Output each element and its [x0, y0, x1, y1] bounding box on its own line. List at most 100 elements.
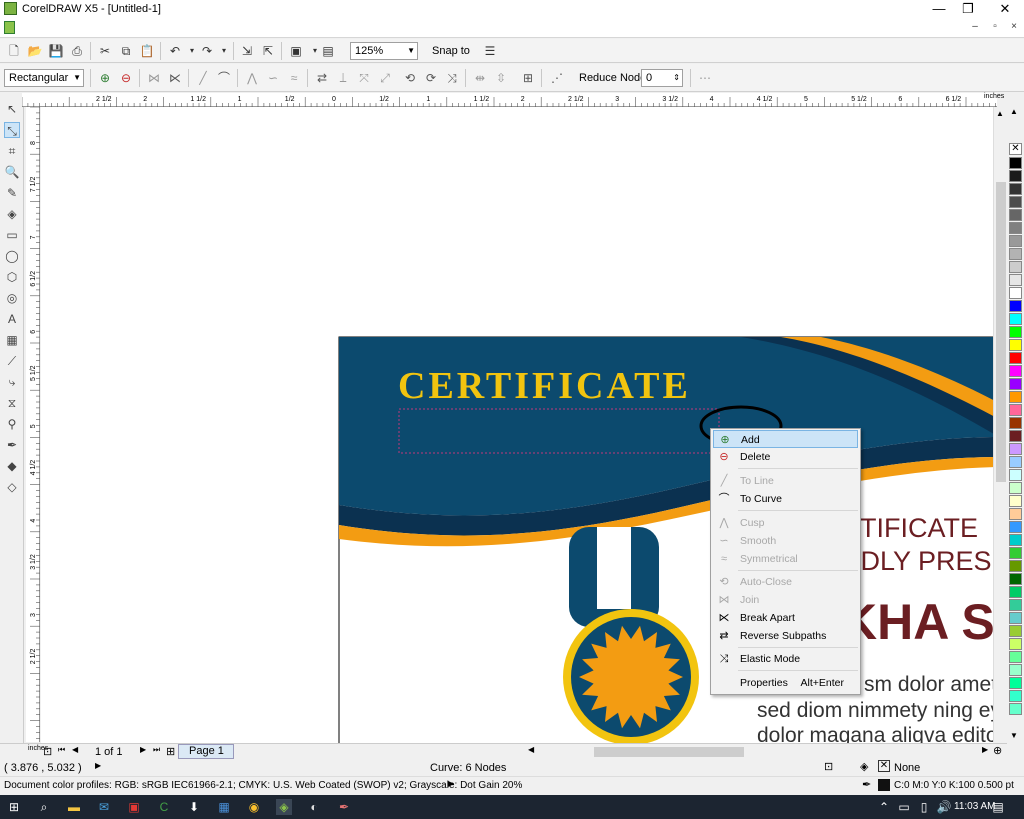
- symmetrical-node-icon[interactable]: ≈: [286, 70, 302, 86]
- menu-item-to-line[interactable]: ╱ To Line: [713, 472, 858, 490]
- document-icon[interactable]: [4, 21, 15, 34]
- color-swatch[interactable]: [1009, 495, 1022, 507]
- doc-close-button[interactable]: ×: [1007, 20, 1021, 34]
- table-tool-icon[interactable]: ▦: [4, 332, 20, 348]
- color-swatch[interactable]: [1009, 456, 1022, 468]
- color-swatch[interactable]: [1009, 339, 1022, 351]
- horizontal-ruler[interactable]: 2 1/2 2 1 1/2 1 1/2 0 1/2 1 1 1/2 2 2 1/2 3 3 1/2 4 4 …: [21, 93, 1004, 107]
- app-blue-icon[interactable]: ▦: [216, 799, 232, 815]
- paste-icon[interactable]: 📋: [139, 43, 155, 59]
- tray-chevron-up-icon[interactable]: ⌃: [876, 799, 892, 815]
- selection-mode-combo[interactable]: Rectangular ▼: [4, 69, 84, 87]
- windows-start-icon[interactable]: ⊞: [6, 799, 22, 815]
- color-swatch[interactable]: [1009, 443, 1022, 455]
- menu-item-cusp[interactable]: ⋀ Cusp: [713, 514, 858, 532]
- stretch-nodes-icon[interactable]: ⤢: [377, 70, 393, 86]
- reflect-horizontal-icon[interactable]: ⇹: [472, 70, 488, 86]
- color-swatch[interactable]: [1009, 703, 1022, 715]
- smart-fill-tool-icon[interactable]: ◈: [4, 206, 20, 222]
- options-icon[interactable]: ☰: [482, 43, 498, 59]
- color-swatch[interactable]: [1009, 651, 1022, 663]
- ellipse-tool-icon[interactable]: ◯: [4, 248, 20, 264]
- extract-subpath-icon[interactable]: ⤧: [356, 70, 372, 86]
- color-swatch[interactable]: [1009, 313, 1022, 325]
- status-expand-icon[interactable]: ▶: [95, 761, 101, 770]
- color-swatch[interactable]: [1009, 508, 1022, 520]
- app-pen-icon[interactable]: ✒: [336, 799, 352, 815]
- pick-tool-icon[interactable]: ↖: [4, 101, 20, 117]
- menu-item-properties[interactable]: Properties Alt+Enter: [713, 674, 858, 692]
- next-page-icon[interactable]: ▶: [140, 745, 146, 754]
- convert-to-curve-icon[interactable]: ⌒: [216, 70, 232, 86]
- no-fill-swatch[interactable]: ✕: [878, 760, 890, 772]
- color-swatch[interactable]: [1009, 599, 1022, 611]
- menu-item-break-apart[interactable]: ⋉ Break Apart: [713, 609, 858, 627]
- align-nodes-icon[interactable]: ⟳: [423, 70, 439, 86]
- close-button[interactable]: ✕: [990, 0, 1020, 18]
- menu-item-delete[interactable]: ⊖ Delete: [713, 448, 858, 466]
- color-swatch[interactable]: [1009, 430, 1022, 442]
- shape-tool-icon[interactable]: ⤡: [4, 122, 20, 138]
- scroll-left-icon[interactable]: ◀: [528, 745, 534, 754]
- join-nodes-icon[interactable]: ⋈: [146, 70, 162, 86]
- search-icon[interactable]: ⌕: [36, 799, 52, 815]
- freehand-tool-icon[interactable]: ✎: [4, 185, 20, 201]
- color-swatch[interactable]: [1009, 183, 1022, 195]
- notification-icon[interactable]: ▤: [990, 799, 1006, 815]
- palette-arrow-up-icon[interactable]: ▲: [1010, 107, 1018, 116]
- print-icon[interactable]: ⎙: [69, 43, 85, 59]
- color-swatch[interactable]: [1009, 690, 1022, 702]
- cusp-node-icon[interactable]: ⋀: [244, 70, 260, 86]
- curve-smoothness-icon[interactable]: ⋯: [697, 70, 713, 86]
- app-red-icon[interactable]: ▣: [126, 799, 142, 815]
- last-page-icon[interactable]: ⏭: [153, 745, 160, 755]
- color-swatch[interactable]: [1009, 521, 1022, 533]
- color-swatch[interactable]: [1009, 391, 1022, 403]
- add-nodes-icon[interactable]: ⊕: [97, 70, 113, 86]
- basic-shapes-tool-icon[interactable]: ◎: [4, 290, 20, 306]
- menu-item-to-curve[interactable]: ⌒ To Curve: [713, 490, 858, 508]
- coreldraw-taskbar-icon[interactable]: ◈: [276, 799, 292, 815]
- menu-item-smooth[interactable]: ∽ Smooth: [713, 532, 858, 550]
- scroll-up-icon[interactable]: ▲: [996, 109, 1004, 118]
- color-swatch[interactable]: [1009, 469, 1022, 481]
- color-swatch[interactable]: [1009, 612, 1022, 624]
- convert-to-line-icon[interactable]: ╱: [195, 70, 211, 86]
- file-explorer-icon[interactable]: ▬: [66, 799, 82, 815]
- undo-icon[interactable]: ↶: [167, 43, 183, 59]
- color-swatch[interactable]: [1009, 586, 1022, 598]
- color-swatch[interactable]: [1009, 287, 1022, 299]
- zoom-tool-icon[interactable]: 🔍: [4, 164, 20, 180]
- undo-dropdown-icon[interactable]: ▾: [184, 43, 200, 59]
- color-swatch[interactable]: [1009, 482, 1022, 494]
- connector-tool-icon[interactable]: ⤷: [4, 374, 20, 390]
- menu-item-auto-close[interactable]: ⟲ Auto-Close: [713, 573, 858, 591]
- doc-options-icon[interactable]: ⊡: [43, 745, 52, 758]
- menu-item-elastic-mode[interactable]: ⤨ Elastic Mode: [713, 650, 858, 668]
- minimize-button[interactable]: —: [924, 0, 954, 18]
- color-swatch[interactable]: [1009, 274, 1022, 286]
- tray-network-icon[interactable]: ▭: [896, 799, 912, 815]
- color-swatch[interactable]: [1009, 677, 1022, 689]
- fill-tool-icon[interactable]: ◆: [4, 458, 20, 474]
- no-color-swatch[interactable]: ✕: [1009, 143, 1022, 155]
- color-swatch[interactable]: [1009, 404, 1022, 416]
- rectangle-tool-icon[interactable]: ▭: [4, 227, 20, 243]
- interactive-fill-tool-icon[interactable]: ◇: [4, 479, 20, 495]
- color-swatch[interactable]: [1009, 417, 1022, 429]
- color-swatch[interactable]: [1009, 365, 1022, 377]
- color-swatch[interactable]: [1009, 326, 1022, 338]
- vertical-ruler[interactable]: 8 7 1/2 7 6 1/2 6 5 1/2 5 4 1/2 4 3 1/2 3 2 1/2: [26, 106, 40, 742]
- scroll-right-icon[interactable]: ▶: [982, 745, 988, 754]
- menu-item-join[interactable]: ⋈ Join: [713, 591, 858, 609]
- color-swatch[interactable]: [1009, 560, 1022, 572]
- color-swatch[interactable]: [1009, 300, 1022, 312]
- doc-minimize-button[interactable]: –: [968, 20, 982, 34]
- welcome-screen-icon[interactable]: ▤: [320, 43, 336, 59]
- new-document-icon[interactable]: 🗋: [6, 43, 22, 59]
- previous-page-icon[interactable]: ◀: [72, 745, 78, 754]
- outline-tool-icon[interactable]: ✒: [4, 437, 20, 453]
- smooth-node-icon[interactable]: ∽: [265, 70, 281, 86]
- application-launcher-icon[interactable]: ▣: [288, 43, 304, 59]
- copy-icon[interactable]: ⧉: [118, 43, 134, 59]
